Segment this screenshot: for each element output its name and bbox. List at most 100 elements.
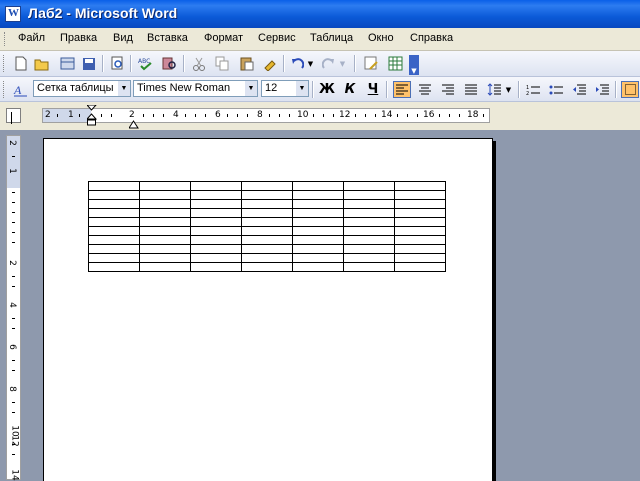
table-cell[interactable] bbox=[394, 226, 446, 236]
table-cell[interactable] bbox=[190, 253, 242, 263]
print-preview-icon[interactable] bbox=[108, 55, 126, 72]
table-cell[interactable] bbox=[394, 244, 446, 254]
tab-selector-icon[interactable] bbox=[6, 108, 21, 123]
table-cell[interactable] bbox=[88, 190, 140, 200]
table-cell[interactable] bbox=[343, 226, 395, 236]
table-cell[interactable] bbox=[394, 262, 446, 272]
table-cell[interactable] bbox=[292, 190, 344, 200]
align-left-icon[interactable] bbox=[393, 81, 411, 98]
table-cell[interactable] bbox=[292, 217, 344, 227]
permissions-icon[interactable] bbox=[58, 55, 76, 72]
table-cell[interactable] bbox=[139, 253, 191, 263]
insert-excel-table-icon[interactable] bbox=[386, 55, 404, 72]
table-cell[interactable] bbox=[139, 235, 191, 245]
horizontal-ruler[interactable]: 2 1 2 4 6 8 10 12 14 16 18 bbox=[42, 104, 490, 129]
spelling-icon[interactable]: ABC bbox=[137, 55, 155, 72]
font-select[interactable]: Times New Roman ▼ bbox=[133, 80, 258, 97]
toolbar-grip-handle[interactable] bbox=[3, 55, 10, 72]
table-cell[interactable] bbox=[88, 262, 140, 272]
table-cell[interactable] bbox=[241, 262, 293, 272]
table-cell[interactable] bbox=[88, 208, 140, 218]
menu-insert[interactable]: Вставка bbox=[147, 32, 188, 44]
justify-icon[interactable] bbox=[462, 81, 480, 98]
underline-button[interactable]: Ч bbox=[364, 81, 382, 98]
menu-window[interactable]: Окно bbox=[368, 32, 394, 44]
toolbar-options-chevron-icon[interactable]: ▼ bbox=[409, 55, 419, 75]
menu-file[interactable]: Файл bbox=[18, 32, 45, 44]
font-dropdown-chevron-icon[interactable]: ▼ bbox=[245, 81, 257, 96]
table-cell[interactable] bbox=[292, 235, 344, 245]
line-spacing-chevron-icon[interactable]: ▼ bbox=[504, 81, 513, 98]
save-icon[interactable] bbox=[80, 55, 98, 72]
menu-view[interactable]: Вид bbox=[113, 32, 133, 44]
table-cell[interactable] bbox=[139, 217, 191, 227]
format-painter-icon[interactable] bbox=[261, 55, 279, 72]
table-cell[interactable] bbox=[241, 217, 293, 227]
table-cell[interactable] bbox=[343, 199, 395, 209]
table-cell[interactable] bbox=[88, 226, 140, 236]
toolbar-grip-handle[interactable] bbox=[3, 81, 10, 98]
redo-icon[interactable] bbox=[320, 55, 338, 72]
table-cell[interactable] bbox=[241, 235, 293, 245]
table-cell[interactable] bbox=[394, 208, 446, 218]
table-cell[interactable] bbox=[394, 235, 446, 245]
menu-format[interactable]: Формат bbox=[204, 32, 243, 44]
vertical-ruler[interactable]: 2 1 2 4 6 8 10 12 14 bbox=[6, 135, 21, 481]
table-cell[interactable] bbox=[292, 208, 344, 218]
table-cell[interactable] bbox=[139, 226, 191, 236]
table-cell[interactable] bbox=[292, 199, 344, 209]
table-cell[interactable] bbox=[241, 253, 293, 263]
style-dropdown-chevron-icon[interactable]: ▼ bbox=[118, 81, 130, 96]
table-cell[interactable] bbox=[343, 217, 395, 227]
table-cell[interactable] bbox=[343, 235, 395, 245]
menubar-grip-handle[interactable] bbox=[4, 32, 8, 46]
open-folder-icon[interactable] bbox=[33, 55, 51, 72]
menu-edit[interactable]: Правка bbox=[60, 32, 97, 44]
table-cell[interactable] bbox=[343, 190, 395, 200]
hanging-indent-marker-icon[interactable] bbox=[128, 114, 139, 129]
word-app-icon[interactable] bbox=[5, 6, 21, 22]
line-spacing-icon[interactable] bbox=[485, 81, 503, 98]
table-cell[interactable] bbox=[190, 226, 242, 236]
new-document-icon[interactable] bbox=[12, 55, 30, 72]
table-cell[interactable] bbox=[343, 181, 395, 191]
menu-tools[interactable]: Сервис bbox=[258, 32, 296, 44]
undo-dropdown-chevron-icon[interactable]: ▼ bbox=[306, 55, 315, 72]
styles-and-formatting-icon[interactable]: A bbox=[12, 81, 30, 98]
table-cell[interactable] bbox=[343, 244, 395, 254]
table-cell[interactable] bbox=[139, 199, 191, 209]
table-cell[interactable] bbox=[292, 253, 344, 263]
table-cell[interactable] bbox=[190, 217, 242, 227]
italic-button[interactable]: К bbox=[341, 81, 359, 98]
table-cell[interactable] bbox=[139, 181, 191, 191]
table-cell[interactable] bbox=[139, 244, 191, 254]
paste-icon[interactable] bbox=[237, 55, 255, 72]
table-cell[interactable] bbox=[190, 262, 242, 272]
document-page[interactable] bbox=[43, 138, 493, 481]
table-cell[interactable] bbox=[88, 199, 140, 209]
bullets-icon[interactable] bbox=[547, 81, 565, 98]
table-cell[interactable] bbox=[241, 226, 293, 236]
align-right-icon[interactable] bbox=[439, 81, 457, 98]
table-cell[interactable] bbox=[88, 235, 140, 245]
insert-hyperlink-icon[interactable] bbox=[362, 55, 380, 72]
table-cell[interactable] bbox=[394, 253, 446, 263]
font-size-dropdown-chevron-icon[interactable]: ▼ bbox=[296, 81, 308, 96]
table-cell[interactable] bbox=[241, 190, 293, 200]
table-cell[interactable] bbox=[190, 199, 242, 209]
table-cell[interactable] bbox=[343, 253, 395, 263]
table-cell[interactable] bbox=[394, 190, 446, 200]
indent-marker-icon[interactable] bbox=[85, 104, 98, 126]
table-cell[interactable] bbox=[241, 244, 293, 254]
table-cell[interactable] bbox=[394, 217, 446, 227]
table-cell[interactable] bbox=[190, 244, 242, 254]
style-select[interactable]: Сетка таблицы ▼ bbox=[33, 80, 131, 97]
redo-dropdown-chevron-icon[interactable]: ▼ bbox=[338, 55, 347, 72]
table-cell[interactable] bbox=[241, 181, 293, 191]
borders-icon[interactable] bbox=[621, 81, 639, 98]
numbering-icon[interactable]: 12 bbox=[524, 81, 542, 98]
font-size-select[interactable]: 12 ▼ bbox=[261, 80, 309, 97]
table-cell[interactable] bbox=[88, 217, 140, 227]
table-cell[interactable] bbox=[292, 262, 344, 272]
decrease-indent-icon[interactable] bbox=[570, 81, 588, 98]
